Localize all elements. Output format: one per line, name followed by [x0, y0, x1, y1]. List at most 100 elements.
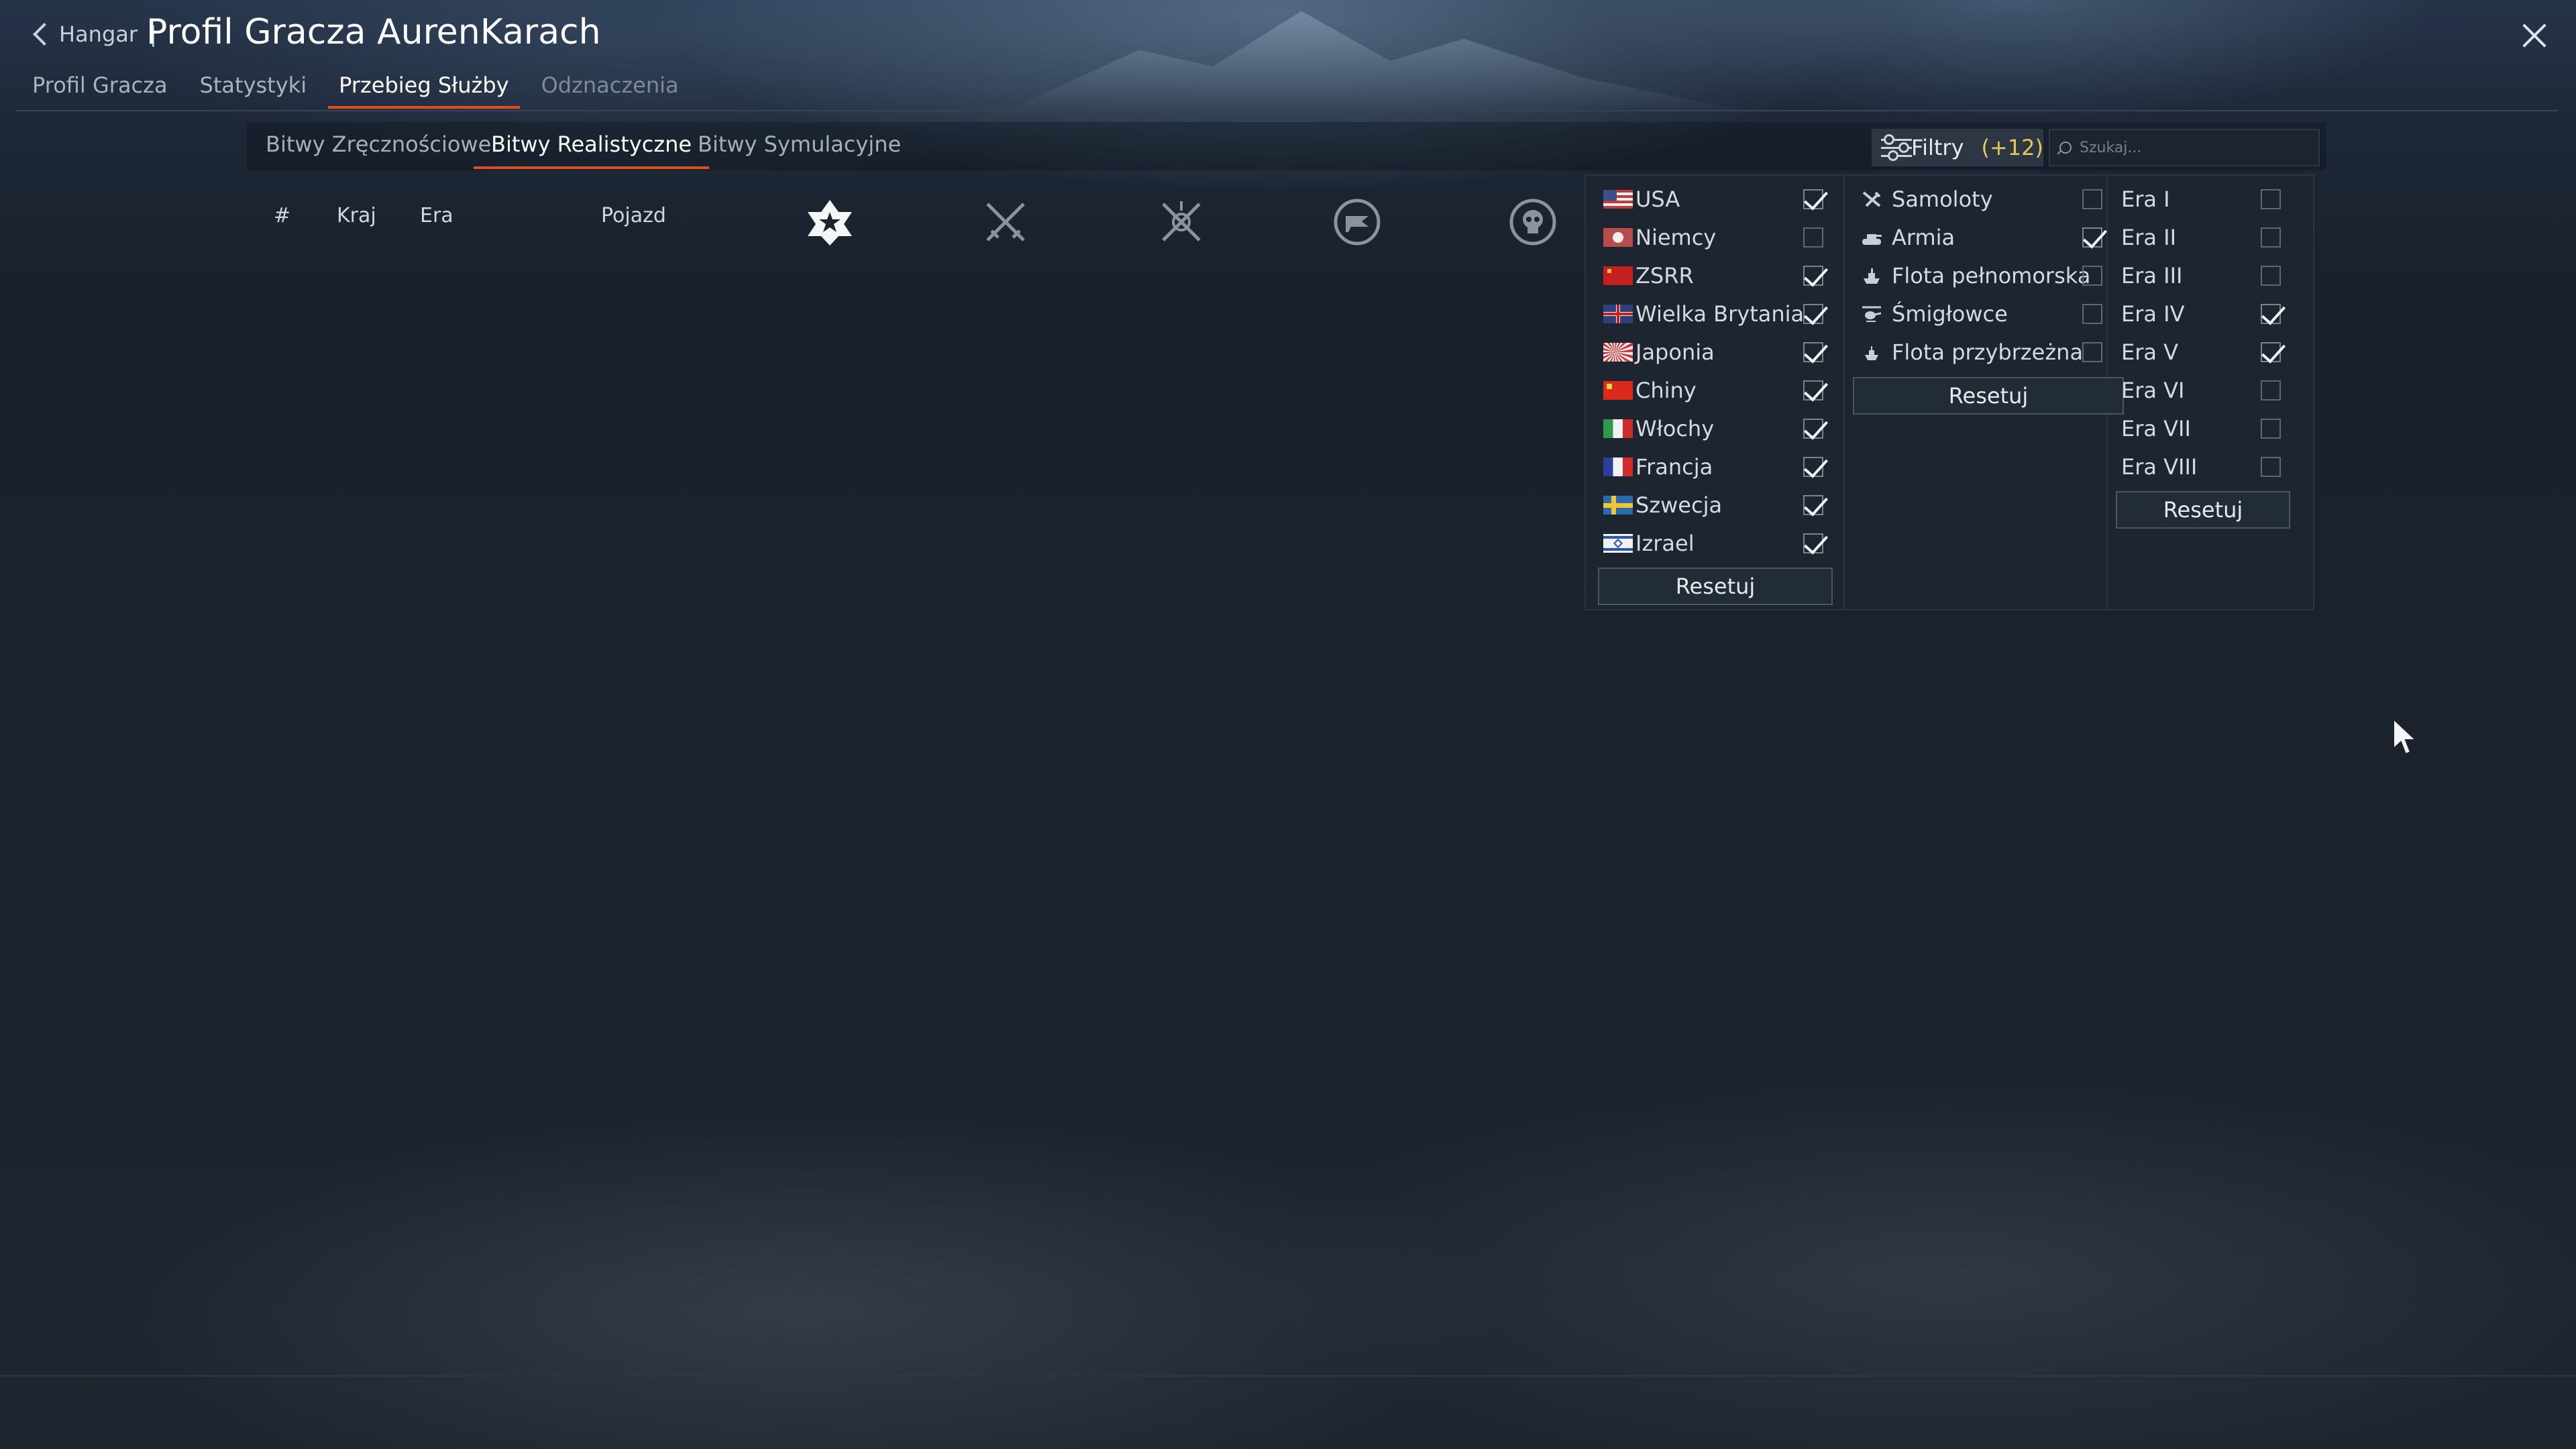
china-flag-icon: [1603, 380, 1633, 400]
checkbox[interactable]: [1803, 419, 1823, 439]
tank-icon: [1862, 233, 1882, 245]
column-header-era[interactable]: Era: [420, 204, 453, 227]
skull-icon[interactable]: [1508, 197, 1558, 247]
column-header-rank[interactable]: #: [274, 204, 290, 227]
tab-odznaczenia[interactable]: Odznaczenia: [525, 67, 695, 109]
era-filter-5[interactable]: Era V: [2108, 333, 2313, 371]
search-input[interactable]: [2078, 138, 2309, 157]
country-label: ZSRR: [1635, 262, 1694, 288]
star-medal-icon[interactable]: [805, 197, 855, 247]
country-filter-szwecja[interactable]: Szwecja: [1586, 486, 1823, 524]
checkbox[interactable]: [1803, 227, 1823, 248]
italy-flag-icon: [1603, 419, 1633, 438]
profile-tabs: Profil Gracza Statystyki Przebieg Służby…: [16, 67, 695, 109]
era-label: Era V: [2121, 339, 2179, 365]
era-filter-1[interactable]: Era I: [2108, 180, 2313, 218]
country-filter-chiny[interactable]: Chiny: [1586, 371, 1823, 409]
header-divider: [16, 110, 2559, 111]
subtab-bitwy-realistyczne[interactable]: Bitwy Realistyczne: [473, 131, 710, 169]
unit-filter-flota-przybrzezna[interactable]: Flota przybrzeżna: [1845, 333, 2102, 371]
reset-unit-types-button[interactable]: Resetuj: [1853, 377, 2124, 415]
back-to-hangar-button[interactable]: Hangar |: [31, 19, 157, 50]
crossed-swords-icon[interactable]: [981, 197, 1030, 247]
checkbox[interactable]: [2261, 457, 2281, 477]
unit-type-label: Samoloty: [1892, 186, 1993, 212]
country-label: Włochy: [1635, 415, 1715, 441]
country-filter-izrael[interactable]: Izrael: [1586, 524, 1823, 562]
column-header-vehicle[interactable]: Pojazd: [601, 204, 666, 227]
unit-type-label: Flota przybrzeżna: [1892, 339, 2084, 365]
checkbox[interactable]: [1803, 266, 1823, 286]
column-header-country[interactable]: Kraj: [337, 204, 376, 227]
unit-filter-flota-pelnomorska[interactable]: Flota pełnomorska: [1845, 256, 2102, 294]
country-filter-wlochy[interactable]: Włochy: [1586, 409, 1823, 447]
era-label: Era VII: [2121, 415, 2191, 441]
era-filter-8[interactable]: Era VIII: [2108, 447, 2313, 486]
country-filter-niemcy[interactable]: Niemcy: [1586, 218, 1823, 256]
country-label: Wielka Brytania: [1635, 301, 1805, 327]
unit-filter-smiglowce[interactable]: Śmigłowce: [1845, 294, 2102, 333]
checkbox[interactable]: [1803, 342, 1823, 362]
checkbox[interactable]: [2082, 227, 2102, 248]
country-label: Szwecja: [1635, 492, 1723, 518]
checkbox[interactable]: [1803, 380, 1823, 400]
unit-type-label: Armia: [1892, 224, 1955, 250]
unit-filter-samoloty[interactable]: Samoloty: [1845, 180, 2102, 218]
close-icon[interactable]: [2517, 19, 2551, 52]
checkbox[interactable]: [2082, 266, 2102, 286]
country-filter-zsrr[interactable]: ZSRR: [1586, 256, 1823, 294]
filters-label: Filtry: [1911, 135, 1964, 160]
era-filter-3[interactable]: Era III: [2108, 256, 2313, 294]
era-filter-4[interactable]: Era IV: [2108, 294, 2313, 333]
era-filter-7[interactable]: Era VII: [2108, 409, 2313, 447]
tab-przebieg-sluzby[interactable]: Przebieg Służby: [323, 67, 525, 109]
subtab-bitwy-zrecznosciowe[interactable]: Bitwy Zręcznościowe: [266, 131, 491, 157]
era-filter-6[interactable]: Era VI: [2108, 371, 2313, 409]
israel-flag-icon: [1603, 533, 1633, 553]
boat-icon: [1865, 345, 1878, 360]
country-filter-usa[interactable]: USA: [1586, 180, 1823, 218]
tab-profil-gracza[interactable]: Profil Gracza: [16, 67, 184, 109]
page-title: Profil Gracza AurenKarach: [146, 12, 601, 52]
checkbox[interactable]: [2261, 380, 2281, 400]
filters-count-badge: (+12): [1981, 135, 2044, 160]
country-label: Izrael: [1635, 530, 1695, 556]
country-label: Chiny: [1635, 377, 1697, 403]
checkbox[interactable]: [2082, 304, 2102, 324]
reset-eras-button[interactable]: Resetuj: [2116, 491, 2290, 529]
checkbox[interactable]: [1803, 189, 1823, 209]
era-label: Era III: [2121, 262, 2183, 288]
checkbox[interactable]: [1803, 457, 1823, 477]
era-filter-column: Era I Era II Era III Era IV Era V Era VI…: [2108, 176, 2313, 609]
checkbox[interactable]: [1803, 495, 1823, 515]
checkbox[interactable]: [2261, 304, 2281, 324]
checkbox[interactable]: [2261, 342, 2281, 362]
checkbox[interactable]: [2261, 227, 2281, 248]
country-label: Japonia: [1635, 339, 1715, 365]
subtab-bitwy-symulacyjne[interactable]: Bitwy Symulacyjne: [698, 131, 901, 157]
reset-countries-button[interactable]: Resetuj: [1598, 568, 1833, 605]
era-filter-2[interactable]: Era II: [2108, 218, 2313, 256]
checkbox[interactable]: [2082, 189, 2102, 209]
country-filter-francja[interactable]: Francja: [1586, 447, 1823, 486]
capture-flag-icon[interactable]: [1332, 197, 1382, 247]
checkbox[interactable]: [2261, 419, 2281, 439]
crossed-swords-target-icon[interactable]: [1157, 197, 1206, 247]
checkbox[interactable]: [2261, 189, 2281, 209]
checkbox[interactable]: [2082, 342, 2102, 362]
country-filter-column: USA Niemcy ZSRR Wielka Brytania Japonia …: [1586, 176, 1845, 609]
unit-filter-armia[interactable]: Armia: [1845, 218, 2102, 256]
filters-button[interactable]: Filtry (+12): [1872, 129, 2043, 166]
tab-statystyki[interactable]: Statystyki: [184, 67, 323, 109]
search-box[interactable]: [2049, 129, 2320, 166]
checkbox[interactable]: [2261, 266, 2281, 286]
checkbox[interactable]: [1803, 533, 1823, 553]
country-filter-wielka-brytania[interactable]: Wielka Brytania: [1586, 294, 1823, 333]
checkbox[interactable]: [1803, 304, 1823, 324]
plane-icon: [1862, 191, 1881, 207]
era-label: Era I: [2121, 186, 2170, 212]
country-label: USA: [1635, 186, 1680, 212]
table-header: # Kraj Era Pojazd: [247, 189, 1589, 246]
country-filter-japonia[interactable]: Japonia: [1586, 333, 1823, 371]
header: Hangar | Profil Gracza AurenKarach Profi…: [0, 0, 2576, 114]
